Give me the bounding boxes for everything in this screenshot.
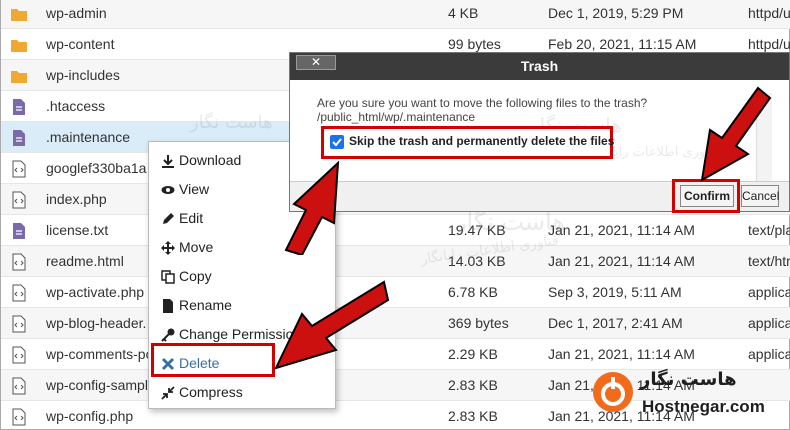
file-type: applica	[748, 346, 790, 362]
watermark-brand: هاست نگار	[455, 208, 566, 236]
text-file-icon	[13, 223, 25, 239]
file-size: 6.78 KB	[448, 284, 498, 300]
file-date: Dec 1, 2019, 5:29 PM	[548, 5, 684, 21]
dialog-message: Are you sure you want to move the follow…	[317, 96, 648, 110]
file-type: text/pla	[748, 222, 790, 238]
file-icon	[163, 299, 173, 313]
folder-icon	[11, 9, 27, 21]
code-file-icon	[12, 160, 26, 178]
file-type: text/htm	[748, 253, 790, 269]
menu-item-label: Edit	[179, 210, 204, 226]
checkmark-icon	[332, 138, 342, 147]
hostnegar-logo-icon	[593, 372, 633, 412]
dialog-footer: Confirm Cancel	[290, 179, 789, 213]
file-size: 2.29 KB	[448, 346, 498, 362]
menu-item-label: Move	[179, 239, 214, 255]
file-name: index.php	[46, 191, 107, 207]
skip-trash-highlight-frame: Skip the trash and permanently delete th…	[321, 126, 614, 159]
confirm-button[interactable]: Confirm	[680, 185, 734, 207]
file-size: 99 bytes	[448, 36, 501, 52]
file-size: 369 bytes	[448, 315, 509, 331]
code-file-icon	[12, 315, 26, 333]
key-icon	[161, 328, 175, 342]
folder-icon	[11, 71, 27, 83]
dialog-title: Trash	[520, 58, 559, 74]
menu-item-label: Download	[179, 152, 242, 168]
folder-icon	[11, 40, 27, 52]
arrow-to-delete	[274, 280, 390, 370]
file-type: applica	[748, 315, 790, 331]
file-size: 2.83 KB	[448, 377, 498, 393]
code-file-icon	[12, 191, 26, 209]
table-row[interactable]: wp-admin 4 KB Dec 1, 2019, 5:29 PM httpd…	[1, 0, 790, 29]
file-name: wp-config.php	[46, 408, 134, 424]
file-name: wp-activate.php	[46, 284, 145, 300]
compress-icon	[161, 386, 175, 400]
menu-item-compress[interactable]: Compress	[159, 380, 335, 404]
table-row[interactable]: wp-activate.php 6.78 KB Sep 3, 2019, 5:1…	[1, 277, 790, 308]
file-name: license.txt	[46, 222, 109, 238]
skip-trash-label[interactable]: Skip the trash and permanently delete th…	[349, 134, 614, 148]
file-size: 4 KB	[448, 5, 479, 21]
file-name: wp-includes	[46, 67, 120, 83]
file-date: Feb 20, 2021, 11:15 AM	[548, 36, 697, 52]
copy-icon	[161, 270, 175, 284]
file-type: httpd/u	[748, 36, 790, 52]
move-arrows-icon	[161, 241, 175, 255]
download-icon	[162, 155, 174, 168]
logo-name-en: Hostnegar.com	[642, 397, 765, 416]
code-file-icon	[12, 284, 26, 302]
file-name: wp-blog-header.	[46, 315, 147, 331]
file-type: applica	[748, 284, 790, 300]
code-file-icon	[12, 346, 26, 364]
text-file-icon	[13, 99, 25, 115]
file-name: wp-admin	[46, 5, 107, 21]
menu-item-label: Compress	[179, 384, 243, 400]
table-row[interactable]: license.txt 19.47 KB Jan 21, 2021, 11:14…	[1, 215, 790, 246]
file-type: httpd/u	[748, 5, 790, 21]
arrow-to-checkbox	[284, 160, 340, 255]
text-file-icon	[13, 130, 25, 146]
dialog-file-path: /public_html/wp/.maintenance	[317, 110, 476, 124]
watermark-brand: هاست نگار	[190, 112, 273, 133]
menu-item-label: View	[179, 181, 210, 197]
file-date: Dec 1, 2017, 2:41 AM	[548, 315, 683, 331]
dialog-titlebar: ✕ Trash	[290, 53, 789, 80]
delete-highlight-frame	[151, 343, 275, 377]
logo-name-fa: هاست نگار	[640, 369, 737, 390]
file-name: googlef330ba1a	[46, 160, 147, 176]
hostnegar-logo: هاست نگار Hostnegar.com	[588, 363, 788, 427]
file-date: Jan 21, 2021, 11:14 AM	[548, 346, 695, 362]
file-date: Jan 21, 2021, 11:14 AM	[548, 253, 695, 269]
pencil-icon	[163, 213, 174, 224]
eye-icon	[161, 186, 175, 194]
file-size: 2.83 KB	[448, 408, 498, 424]
cancel-button[interactable]: Cancel	[741, 185, 779, 207]
code-file-icon	[12, 408, 26, 426]
file-name: wp-content	[46, 36, 115, 52]
table-row[interactable]: readme.html 14.03 KB Jan 21, 2021, 11:14…	[1, 246, 790, 277]
file-name: wp-comments-po	[46, 346, 154, 362]
skip-trash-checkbox[interactable]	[330, 135, 344, 149]
file-name: wp-config-sampl	[46, 377, 148, 393]
code-file-icon	[12, 253, 26, 271]
menu-item-label: Copy	[179, 268, 212, 284]
file-name: .htaccess	[46, 98, 106, 114]
arrow-to-confirm	[700, 86, 772, 182]
code-file-icon	[12, 377, 26, 395]
file-name: readme.html	[46, 253, 124, 269]
menu-item-label: Rename	[179, 297, 232, 313]
table-row[interactable]: wp-blog-header. 369 bytes Dec 1, 2017, 2…	[1, 308, 790, 339]
file-date: Jan 21, 2021, 11:14 AM	[548, 222, 695, 238]
file-name: .maintenance	[46, 129, 131, 145]
file-date: Sep 3, 2019, 5:11 AM	[548, 284, 682, 300]
